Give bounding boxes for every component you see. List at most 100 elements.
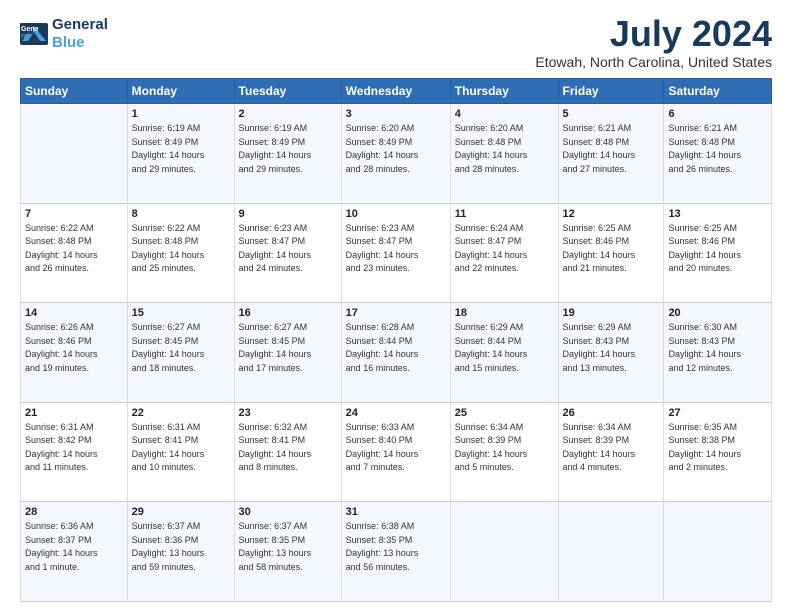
day-cell: 9 Sunrise: 6:23 AM Sunset: 8:47 PM Daylig… [234, 203, 341, 303]
day-number: 23 [239, 407, 337, 419]
day-cell: 23 Sunrise: 6:32 AM Sunset: 8:41 PM Dayli… [234, 402, 341, 502]
day-cell: 16 Sunrise: 6:27 AM Sunset: 8:45 PM Dayli… [234, 303, 341, 403]
day-cell: 12 Sunrise: 6:25 AM Sunset: 8:46 PM Dayli… [558, 203, 664, 303]
day-info: Sunrise: 6:23 AM Sunset: 8:47 PM Dayligh… [239, 222, 337, 276]
day-info: Sunrise: 6:27 AM Sunset: 8:45 PM Dayligh… [239, 321, 337, 375]
title-block: July 2024 Etowah, North Carolina, United… [535, 16, 772, 70]
day-cell: 14 Sunrise: 6:26 AM Sunset: 8:46 PM Dayli… [21, 303, 128, 403]
day-number: 27 [668, 407, 767, 419]
day-info: Sunrise: 6:22 AM Sunset: 8:48 PM Dayligh… [25, 222, 123, 276]
day-number: 16 [239, 307, 337, 319]
day-cell: 1 Sunrise: 6:19 AM Sunset: 8:49 PM Daylig… [127, 104, 234, 204]
week-row-5: 28Sunrise: 6:36 AM Sunset: 8:37 PM Dayli… [21, 502, 772, 602]
day-info: Sunrise: 6:26 AM Sunset: 8:46 PM Dayligh… [25, 321, 123, 375]
day-cell [664, 502, 772, 602]
day-cell: 11 Sunrise: 6:24 AM Sunset: 8:47 PM Dayli… [450, 203, 558, 303]
day-number: 14 [25, 307, 123, 319]
day-info: Sunrise: 6:33 AM Sunset: 8:40 PM Dayligh… [346, 421, 446, 475]
day-info: Sunrise: 6:20 AM Sunset: 8:48 PM Dayligh… [455, 122, 554, 176]
location: Etowah, North Carolina, United States [535, 54, 772, 70]
day-info: Sunrise: 6:19 AM Sunset: 8:49 PM Dayligh… [132, 122, 230, 176]
day-info: Sunrise: 6:32 AM Sunset: 8:41 PM Dayligh… [239, 421, 337, 475]
day-info: Sunrise: 6:29 AM Sunset: 8:44 PM Dayligh… [455, 321, 554, 375]
day-number: 1 [132, 108, 230, 120]
day-number: 19 [563, 307, 660, 319]
month-year: July 2024 [535, 16, 772, 52]
day-number: 31 [346, 506, 446, 518]
day-number: 9 [239, 208, 337, 220]
day-number: 22 [132, 407, 230, 419]
day-number: 26 [563, 407, 660, 419]
week-row-1: 1 Sunrise: 6:19 AM Sunset: 8:49 PM Daylig… [21, 104, 772, 204]
header: Gene ral GeneralBlue July 2024 Etowah, N… [20, 16, 772, 70]
day-info: Sunrise: 6:21 AM Sunset: 8:48 PM Dayligh… [668, 122, 767, 176]
day-number: 6 [668, 108, 767, 120]
day-info: Sunrise: 6:25 AM Sunset: 8:46 PM Dayligh… [563, 222, 660, 276]
day-number: 28 [25, 506, 123, 518]
day-info: Sunrise: 6:20 AM Sunset: 8:49 PM Dayligh… [346, 122, 446, 176]
col-thursday: Thursday [450, 79, 558, 104]
day-info: Sunrise: 6:19 AM Sunset: 8:49 PM Dayligh… [239, 122, 337, 176]
svg-text:Gene: Gene [21, 26, 39, 33]
day-cell: 24Sunrise: 6:33 AM Sunset: 8:40 PM Dayli… [341, 402, 450, 502]
day-cell: 5 Sunrise: 6:21 AM Sunset: 8:48 PM Daylig… [558, 104, 664, 204]
col-friday: Friday [558, 79, 664, 104]
day-info: Sunrise: 6:34 AM Sunset: 8:39 PM Dayligh… [563, 421, 660, 475]
day-number: 5 [563, 108, 660, 120]
day-cell: 22 Sunrise: 6:31 AM Sunset: 8:41 PM Dayli… [127, 402, 234, 502]
day-cell: 13 Sunrise: 6:25 AM Sunset: 8:46 PM Dayli… [664, 203, 772, 303]
col-tuesday: Tuesday [234, 79, 341, 104]
day-cell: 18 Sunrise: 6:29 AM Sunset: 8:44 PM Dayli… [450, 303, 558, 403]
col-sunday: Sunday [21, 79, 128, 104]
day-cell [450, 502, 558, 602]
day-info: Sunrise: 6:29 AM Sunset: 8:43 PM Dayligh… [563, 321, 660, 375]
day-cell: 28Sunrise: 6:36 AM Sunset: 8:37 PM Dayli… [21, 502, 128, 602]
day-info: Sunrise: 6:21 AM Sunset: 8:48 PM Dayligh… [563, 122, 660, 176]
day-cell: 20 Sunrise: 6:30 AM Sunset: 8:43 PM Dayli… [664, 303, 772, 403]
day-cell: 10Sunrise: 6:23 AM Sunset: 8:47 PM Dayli… [341, 203, 450, 303]
day-info: Sunrise: 6:25 AM Sunset: 8:46 PM Dayligh… [668, 222, 767, 276]
day-number: 2 [239, 108, 337, 120]
header-row: Sunday Monday Tuesday Wednesday Thursday… [21, 79, 772, 104]
calendar-page: Gene ral GeneralBlue July 2024 Etowah, N… [0, 0, 792, 612]
day-number: 20 [668, 307, 767, 319]
day-info: Sunrise: 6:24 AM Sunset: 8:47 PM Dayligh… [455, 222, 554, 276]
day-info: Sunrise: 6:22 AM Sunset: 8:48 PM Dayligh… [132, 222, 230, 276]
day-info: Sunrise: 6:31 AM Sunset: 8:41 PM Dayligh… [132, 421, 230, 475]
day-number: 15 [132, 307, 230, 319]
day-number: 4 [455, 108, 554, 120]
day-number: 7 [25, 208, 123, 220]
day-info: Sunrise: 6:30 AM Sunset: 8:43 PM Dayligh… [668, 321, 767, 375]
day-cell: 30Sunrise: 6:37 AM Sunset: 8:35 PM Dayli… [234, 502, 341, 602]
day-number: 11 [455, 208, 554, 220]
day-cell: 3 Sunrise: 6:20 AM Sunset: 8:49 PM Daylig… [341, 104, 450, 204]
day-cell: 31 Sunrise: 6:38 AM Sunset: 8:35 PM Dayli… [341, 502, 450, 602]
day-info: Sunrise: 6:38 AM Sunset: 8:35 PM Dayligh… [346, 520, 446, 574]
calendar-table: Sunday Monday Tuesday Wednesday Thursday… [20, 78, 772, 602]
day-cell: 15Sunrise: 6:27 AM Sunset: 8:45 PM Dayli… [127, 303, 234, 403]
day-number: 25 [455, 407, 554, 419]
day-cell: 25 Sunrise: 6:34 AM Sunset: 8:39 PM Dayli… [450, 402, 558, 502]
day-info: Sunrise: 6:31 AM Sunset: 8:42 PM Dayligh… [25, 421, 123, 475]
day-info: Sunrise: 6:28 AM Sunset: 8:44 PM Dayligh… [346, 321, 446, 375]
day-cell: 29 Sunrise: 6:37 AM Sunset: 8:36 PM Dayli… [127, 502, 234, 602]
week-row-3: 14 Sunrise: 6:26 AM Sunset: 8:46 PM Dayli… [21, 303, 772, 403]
day-info: Sunrise: 6:34 AM Sunset: 8:39 PM Dayligh… [455, 421, 554, 475]
day-number: 13 [668, 208, 767, 220]
day-number: 3 [346, 108, 446, 120]
logo: Gene ral GeneralBlue [20, 16, 108, 52]
col-wednesday: Wednesday [341, 79, 450, 104]
day-number: 30 [239, 506, 337, 518]
day-cell: 19 Sunrise: 6:29 AM Sunset: 8:43 PM Dayli… [558, 303, 664, 403]
day-number: 29 [132, 506, 230, 518]
day-cell [21, 104, 128, 204]
day-info: Sunrise: 6:35 AM Sunset: 8:38 PM Dayligh… [668, 421, 767, 475]
day-info: Sunrise: 6:37 AM Sunset: 8:36 PM Dayligh… [132, 520, 230, 574]
day-number: 12 [563, 208, 660, 220]
day-cell: 27 Sunrise: 6:35 AM Sunset: 8:38 PM Dayli… [664, 402, 772, 502]
day-cell: 2 Sunrise: 6:19 AM Sunset: 8:49 PM Daylig… [234, 104, 341, 204]
day-cell: 26 Sunrise: 6:34 AM Sunset: 8:39 PM Dayli… [558, 402, 664, 502]
day-number: 18 [455, 307, 554, 319]
week-row-2: 7 Sunrise: 6:22 AM Sunset: 8:48 PM Daylig… [21, 203, 772, 303]
logo-icon: Gene ral [20, 23, 48, 45]
